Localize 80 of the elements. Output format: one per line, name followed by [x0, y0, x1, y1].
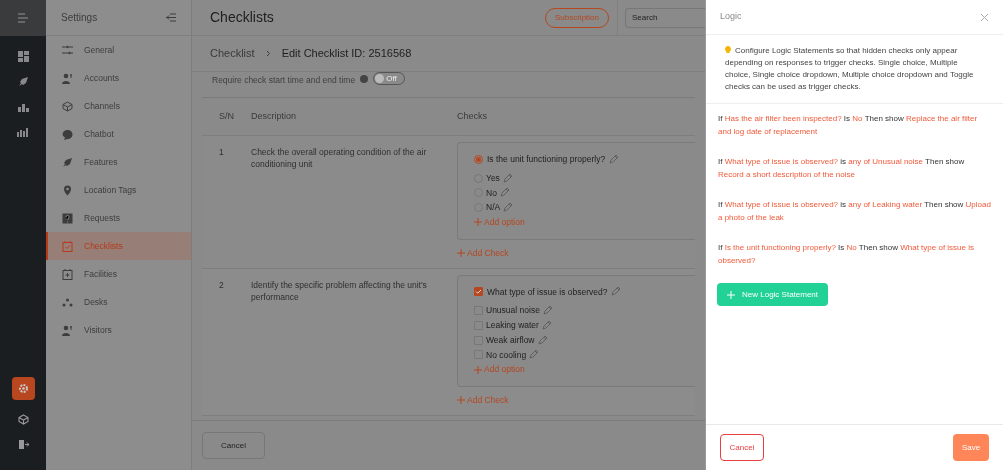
- close-icon[interactable]: [980, 12, 989, 22]
- person-icon: [62, 72, 73, 84]
- breadcrumb-link[interactable]: Checklist: [210, 45, 255, 62]
- info-text: Configure Logic Statements so that hidden checks only appear depending on responses to trigger checks. Single choice, Multiple choice, Single choice dropdown, Multiple choice dropdown and Toggle checks can be used as trigger checks.: [725, 45, 975, 93]
- sidebar-item[interactable]: Chatbot: [46, 120, 191, 148]
- sidebar-item[interactable]: Visitors: [46, 316, 191, 344]
- column-header: Description: [251, 109, 298, 123]
- check-question: What type of issue is observed?: [487, 285, 608, 299]
- question-icon: [62, 212, 73, 224]
- option-label: N/A: [486, 201, 501, 214]
- plus-icon: [474, 218, 482, 227]
- collapse-icon[interactable]: [166, 13, 176, 22]
- chart-icon[interactable]: [17, 101, 29, 112]
- pencil-icon[interactable]: [542, 306, 552, 316]
- pencil-icon[interactable]: [529, 350, 539, 360]
- table-cell-text: Identify the specific problem affecting the unit's performance: [251, 278, 428, 304]
- cancel-button[interactable]: Cancel: [202, 432, 265, 459]
- table-cell-text: 2: [218, 278, 225, 292]
- table-cell-text: Check the overall operating condition of the air conditioning unit: [251, 146, 428, 171]
- sidebar-item[interactable]: Features: [46, 148, 191, 176]
- chevron-icon: [265, 50, 271, 57]
- location-pin-icon: [62, 184, 73, 196]
- cancel-button[interactable]: Cancel: [720, 434, 764, 461]
- plus-icon: [457, 249, 465, 258]
- menu-icon[interactable]: [17, 13, 29, 23]
- person-icon: [62, 324, 73, 336]
- pencil-icon[interactable]: [537, 335, 547, 345]
- sidebar-item[interactable]: Requests: [46, 204, 191, 232]
- analytics-icon[interactable]: [17, 126, 29, 137]
- plus-icon: [474, 365, 482, 374]
- logic-statement[interactable]: If What type of issue is observed? is any of Unusual noise Then show Record a short description of the noise: [718, 155, 991, 181]
- dashboard-icon[interactable]: [17, 51, 29, 62]
- pencil-icon[interactable]: [541, 320, 551, 330]
- option-label: No cooling: [486, 348, 527, 362]
- save-button[interactable]: Save: [953, 434, 989, 461]
- cube-icon[interactable]: [17, 414, 29, 425]
- lightbulb-icon: [725, 46, 731, 54]
- checklist-icon: [62, 240, 73, 252]
- pencil-icon[interactable]: [609, 154, 619, 164]
- chat-bubble-icon: [62, 128, 73, 140]
- settings-icon: [17, 383, 29, 394]
- checkbox[interactable]: [474, 287, 483, 297]
- calendar-icon: [62, 268, 73, 280]
- option-label: Yes: [486, 171, 500, 185]
- option-label: Weak airflow: [486, 333, 535, 347]
- search-field[interactable]: Search: [625, 7, 705, 28]
- cube-icon: [62, 100, 73, 112]
- logic-statement[interactable]: If Is the unit functioning properly? Is No Then show What type of issue is observed?: [718, 241, 991, 267]
- sidebar-item[interactable]: Channels: [46, 92, 191, 120]
- new-logic-statement-button[interactable]: New Logic Statement: [717, 283, 829, 306]
- column-header: Checks: [457, 109, 487, 123]
- plus-icon: [457, 396, 465, 405]
- table-cell-text: 1: [218, 146, 225, 159]
- require-time-label: Require check start time and end time: [212, 74, 356, 87]
- check-question: Is the unit functioning properly?: [487, 153, 606, 166]
- sidebar-item[interactable]: General: [46, 36, 191, 64]
- option-label: No: [486, 186, 497, 200]
- logic-statement[interactable]: If Has the air filter been inspected? Is No Then show Replace the air filter and log date of replacement: [718, 112, 991, 138]
- settings-button[interactable]: [11, 377, 35, 400]
- page-title: Checklists: [210, 8, 274, 27]
- sidebar-title: Settings: [61, 11, 98, 25]
- pencil-icon[interactable]: [499, 188, 509, 198]
- logic-statement[interactable]: If What type of issue is observed? is any of Leaking water Then show Upload a photo of the leak: [718, 198, 991, 224]
- column-header: S/N: [218, 109, 235, 123]
- option-label: Leaking water: [486, 319, 539, 332]
- sidebar-item[interactable]: Desks: [46, 288, 191, 316]
- plus-icon: [727, 290, 735, 299]
- info-icon: [360, 75, 369, 83]
- breadcrumb-current: Edit Checklist ID: 2516568: [281, 46, 412, 62]
- pencil-icon[interactable]: [502, 173, 512, 183]
- pencil-icon[interactable]: [611, 287, 621, 297]
- sliders-icon: [62, 44, 73, 56]
- option-label: Unusual noise: [486, 304, 540, 317]
- panel-title: Logic: [720, 10, 742, 24]
- people-icon: [62, 296, 73, 308]
- sidebar-item[interactable]: Location Tags: [46, 176, 191, 204]
- logout-icon[interactable]: [17, 439, 29, 450]
- pencil-icon[interactable]: [503, 203, 513, 213]
- sidebar-item[interactable]: Accounts: [46, 64, 191, 92]
- sidebar-item[interactable]: Facilities: [46, 260, 191, 288]
